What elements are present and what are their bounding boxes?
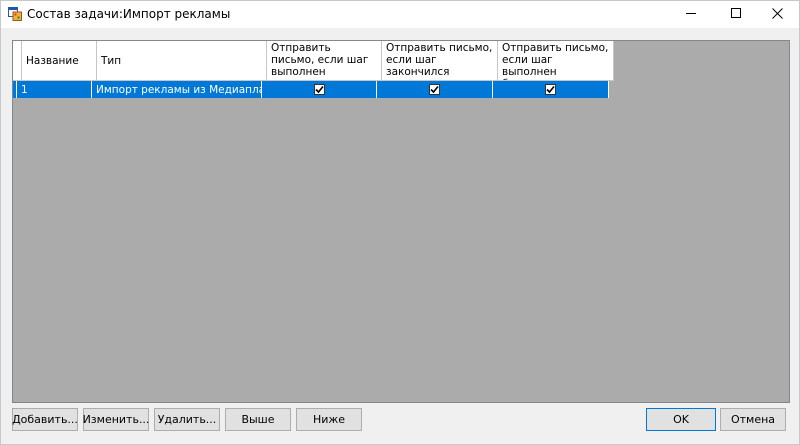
move-up-button[interactable]: Выше <box>225 408 291 431</box>
column-header-notify-failure[interactable]: Отправить письмо, если шаг закончился не… <box>382 41 498 80</box>
app-window-icon <box>8 7 22 21</box>
step-name-cell[interactable]: 1 <box>17 81 92 98</box>
cancel-button[interactable]: Отмена <box>720 408 786 431</box>
maximize-button[interactable] <box>714 1 758 28</box>
delete-step-button[interactable]: Удалить... <box>154 408 220 431</box>
add-step-button[interactable]: Добавить... <box>12 408 78 431</box>
minimize-icon <box>686 8 696 21</box>
row-header-corner <box>13 41 22 80</box>
ok-button[interactable]: OK <box>646 408 716 431</box>
notify-success-cell[interactable] <box>262 81 377 98</box>
notify-no-result-cell[interactable] <box>493 81 609 98</box>
edit-step-button[interactable]: Изменить... <box>83 408 149 431</box>
notify-failure-cell[interactable] <box>377 81 493 98</box>
move-down-button[interactable]: Ниже <box>296 408 362 431</box>
checkbox-checked-icon[interactable] <box>313 84 325 95</box>
column-header-name[interactable]: Название <box>22 41 97 80</box>
grid-header-row: Название Тип Отправить письмо, если шаг … <box>13 41 614 81</box>
task-steps-grid[interactable]: Название Тип Отправить письмо, если шаг … <box>12 40 790 403</box>
table-row[interactable]: 1 Импорт рекламы из Медиапланера <box>13 81 609 98</box>
minimize-button[interactable] <box>669 1 713 28</box>
column-header-type[interactable]: Тип <box>97 41 267 80</box>
close-button[interactable] <box>755 1 799 28</box>
checkbox-checked-icon[interactable] <box>545 84 556 95</box>
maximize-icon <box>731 8 741 21</box>
column-header-notify-success[interactable]: Отправить письмо, если шаг выполнен успе… <box>267 41 382 80</box>
task-composition-window: Состав задачи:Импорт рекламы Название Ти… <box>0 0 800 445</box>
title-bar: Состав задачи:Импорт рекламы <box>1 1 799 28</box>
step-type-cell[interactable]: Импорт рекламы из Медиапланера <box>92 81 262 98</box>
checkbox-checked-icon[interactable] <box>429 84 440 95</box>
window-title: Состав задачи:Импорт рекламы <box>27 7 231 21</box>
close-icon <box>771 7 783 22</box>
column-header-notify-no-result[interactable]: Отправить письмо, если шаг выполнен безр… <box>498 41 614 80</box>
